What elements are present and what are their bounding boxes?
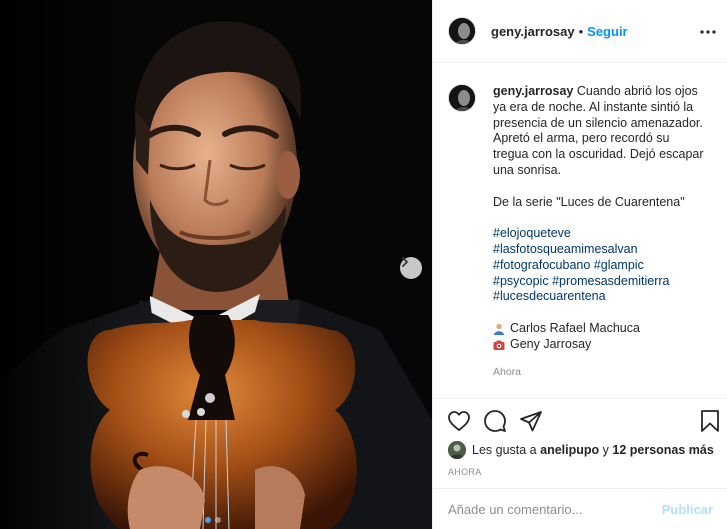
- post-actions: Les gusta a anelipupo y 12 personas más …: [433, 398, 727, 488]
- hashtag[interactable]: #psycopic: [493, 274, 549, 288]
- post-header: geny.jarrosay • Seguir: [433, 0, 727, 63]
- bookmark-icon: [701, 410, 719, 432]
- person-emoji-icon: [494, 323, 504, 335]
- hashtag[interactable]: #glampic: [594, 258, 644, 272]
- author-username[interactable]: geny.jarrosay: [491, 24, 575, 39]
- caption-body: geny.jarrosay Cuando abrió los ojos ya e…: [493, 84, 708, 380]
- hashtag[interactable]: #lasfotosqueamimesalvan: [493, 242, 638, 256]
- avatar-image: [448, 441, 466, 459]
- caption-avatar[interactable]: [448, 84, 476, 112]
- post-side-panel: geny.jarrosay • Seguir geny.jarrosay Cua…: [432, 0, 727, 529]
- comments-section: geny.jarrosay Cuando abrió los ojos ya e…: [433, 64, 727, 398]
- add-comment-bar: Publicar: [433, 488, 727, 529]
- caption-username[interactable]: geny.jarrosay: [493, 84, 573, 98]
- camera-emoji-icon: [493, 340, 505, 350]
- chevron-right-icon: [402, 257, 408, 267]
- credit-photographer-name: Geny Jarrosay: [510, 336, 592, 351]
- caption: geny.jarrosay Cuando abrió los ojos ya e…: [448, 84, 713, 380]
- share-button[interactable]: [519, 409, 543, 433]
- avatar-image: [449, 18, 475, 44]
- hashtag[interactable]: #elojoqueteve: [493, 226, 571, 240]
- header-separator: •: [578, 23, 584, 39]
- carousel-dot-1: [205, 517, 211, 523]
- post-photo[interactable]: [0, 0, 432, 529]
- like-button[interactable]: [447, 409, 471, 433]
- caption-timestamp: Ahora: [493, 365, 522, 378]
- post-timestamp[interactable]: AHORA: [448, 467, 482, 477]
- hashtag[interactable]: #lucesdecuarentena: [493, 289, 606, 303]
- save-button[interactable]: [698, 409, 722, 433]
- more-horizontal-icon: [700, 30, 716, 34]
- heart-icon: [448, 411, 470, 431]
- carousel-next-button[interactable]: [400, 257, 422, 279]
- credit-model-name: Carlos Rafael Machuca: [510, 320, 640, 335]
- comment-button[interactable]: [483, 409, 507, 433]
- likes-prefix: Les gusta a: [472, 443, 537, 457]
- carousel-indicator: [205, 517, 221, 523]
- avatar-image: [449, 85, 475, 111]
- more-options-button[interactable]: [698, 22, 718, 42]
- likes-summary: Les gusta a anelipupo y 12 personas más: [448, 441, 714, 459]
- credit-photographer: Geny Jarrosay: [493, 337, 708, 353]
- caption-text-block: geny.jarrosay Cuando abrió los ojos ya e…: [493, 84, 708, 179]
- follow-button[interactable]: Seguir: [587, 24, 627, 39]
- liker-avatar[interactable]: [448, 441, 466, 459]
- publish-button[interactable]: Publicar: [662, 502, 713, 517]
- likes-others[interactable]: 12 personas más: [612, 443, 713, 457]
- send-icon: [520, 411, 542, 432]
- violinist-photo: [0, 0, 432, 529]
- comment-input[interactable]: [448, 501, 662, 517]
- likes-joiner: y: [602, 443, 609, 457]
- comment-icon: [484, 410, 506, 432]
- carousel-dot-2: [215, 517, 221, 523]
- liker-username[interactable]: anelipupo: [540, 443, 599, 457]
- hashtag[interactable]: #promesasdemitierra: [552, 274, 669, 288]
- hashtag[interactable]: #fotografocubano: [493, 258, 590, 272]
- caption-series: De la serie "Luces de Cuarentena": [493, 194, 685, 209]
- author-avatar[interactable]: [448, 17, 476, 45]
- credit-model: Carlos Rafael Machuca: [493, 321, 708, 337]
